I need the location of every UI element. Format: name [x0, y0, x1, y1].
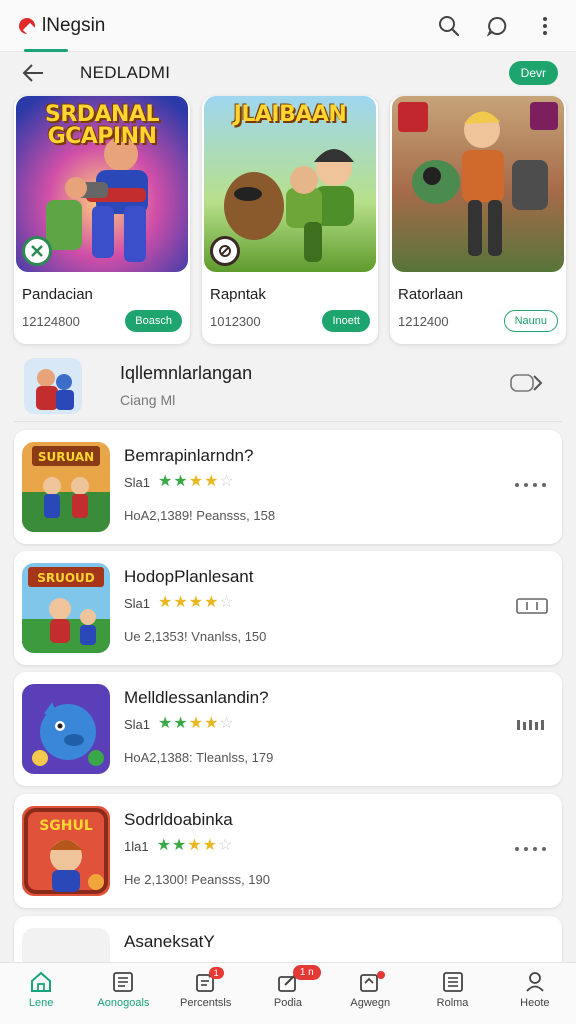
app-title: lNegsin	[42, 14, 106, 36]
rating-label: Sla1	[124, 595, 151, 611]
home-icon	[31, 971, 52, 992]
featured-name: Pandacian	[22, 286, 93, 303]
section-thumbnail	[24, 357, 82, 414]
featured-carousel: SRDANAL GCAPINN Pandacian 12124800 Boasc…	[14, 96, 566, 344]
chevron-right-icon[interactable]	[510, 372, 544, 399]
nav-item-percentsls[interactable]: 1 Percentsls	[165, 963, 247, 1024]
app-title: Melldlessanlandin?	[124, 688, 269, 707]
nav-item-agwegn[interactable]: Agwegn	[329, 963, 411, 1024]
notification-dot	[377, 971, 386, 979]
list-item[interactable]: SGHUL Sodrldoabinka 1la1 ★ ★ ★ ★ ☆ He 2,1300…	[14, 794, 562, 908]
featured-name: Ratorlaan	[398, 286, 464, 303]
list-icon	[442, 972, 463, 992]
brand-logo-icon	[18, 17, 38, 35]
nav-badge: 1	[208, 967, 224, 979]
dev-pill-button[interactable]: Devr	[508, 61, 558, 85]
more-horiz-icon[interactable]	[514, 476, 548, 494]
featured-action-button[interactable]: Boasch	[125, 310, 182, 332]
star-rating: ★ ★ ★ ★ ☆	[156, 837, 233, 854]
section-subtitle: Ciang Ml	[120, 392, 176, 408]
top-app-bar: lNegsin	[0, 0, 576, 52]
nav-badge: 1 n	[292, 965, 321, 980]
featured-art-image	[392, 96, 564, 272]
app-title: AsaneksatY	[124, 932, 215, 951]
nav-label: Podia	[273, 997, 303, 1009]
featured-number: 1212400	[398, 314, 449, 329]
nav-label: Lene	[28, 997, 54, 1009]
list-item[interactable]: SRUOUD HodopPlanlesant Sla1 ★ ★ ★ ★ ☆ Ue 2,1…	[14, 551, 562, 665]
tools-icon	[22, 236, 52, 266]
featured-number: 1012300	[210, 314, 261, 329]
app-meta: Ue 2,1353! Vnanlss, 150	[124, 629, 267, 644]
list-item[interactable]: Melldlessanlandin? Sla1 ★ ★ ★ ★ ☆ HoA2,1388:…	[14, 672, 562, 786]
sub-header: NEDLADMI Devr	[0, 52, 576, 94]
nav-item-podia[interactable]: 1 n Podia	[247, 963, 329, 1024]
app-meta: He 2,1300! Peansss, 190	[124, 872, 270, 887]
nav-item-rolma[interactable]: Rolma	[411, 963, 493, 1024]
bars-icon[interactable]	[516, 718, 548, 737]
app-thumbnail: SURUAN	[22, 442, 110, 532]
back-arrow-icon[interactable]	[18, 58, 48, 88]
svg-text:SRUOUD: SRUOUD	[37, 571, 95, 585]
nav-label: Percentsls	[180, 997, 232, 1009]
rating-label: Sla1	[124, 474, 151, 490]
app-thumbnail: SGHUL	[22, 806, 110, 896]
app-meta: HoA2,1389! Peansss, 158	[124, 508, 276, 523]
rating-label: Sla1	[124, 716, 151, 732]
compass-icon	[210, 236, 240, 266]
nav-item-home[interactable]: Lene	[0, 963, 82, 1024]
more-horiz-icon[interactable]	[514, 840, 548, 858]
section-row[interactable]: Iqllemnlarlangan Ciang Ml	[14, 350, 562, 422]
featured-art-title: JLAIBAAN	[233, 102, 347, 127]
document-icon	[113, 972, 134, 992]
featured-name: Rapntak	[210, 286, 266, 303]
featured-card[interactable]: Ratorlaan 1212400 Naunu	[390, 96, 566, 344]
chat-icon[interactable]	[484, 13, 510, 39]
featured-art-title: SRDANAL GCAPINN	[44, 102, 160, 149]
nav-label: Heote	[520, 997, 550, 1009]
svg-text:SURUAN: SURUAN	[38, 450, 94, 464]
nav-item-heote[interactable]: Heote	[494, 963, 576, 1024]
app-thumbnail	[22, 684, 110, 774]
star-rating: ★ ★ ★ ★ ☆	[158, 594, 234, 611]
rating-label: 1la1	[124, 838, 149, 854]
app-meta: HoA2,1388: Tleanlss, 179	[124, 750, 274, 765]
app-title: Sodrldoabinka	[124, 810, 233, 829]
list-item[interactable]: SURUAN Bemrapinlarndn? Sla1 ★ ★ ★ ★ ☆ HoA2,1…	[14, 430, 562, 544]
featured-action-button[interactable]: Naunu	[503, 310, 558, 332]
featured-card[interactable]: SRDANAL GCAPINN Pandacian 12124800 Boasc…	[14, 96, 190, 344]
app-title: HodopPlanlesant	[124, 567, 254, 586]
bottom-navigation: Lene Aonogoals 1 Percentsls 1 n Podia Ag…	[0, 962, 576, 1024]
nav-label: Agwegn	[350, 997, 391, 1009]
box-action-icon[interactable]	[516, 597, 548, 620]
featured-action-button[interactable]: Inoett	[322, 310, 370, 332]
brand[interactable]: lNegsin	[18, 15, 105, 37]
app-title: Bemrapinlarndn?	[124, 446, 254, 465]
nav-item-aonogoals[interactable]: Aonogoals	[82, 963, 164, 1024]
nav-label: Aonogoals	[97, 997, 150, 1009]
featured-card[interactable]: JLAIBAAN Rapntak 1012300 Inoett	[202, 96, 378, 344]
app-thumbnail: SRUOUD	[22, 563, 110, 653]
nav-label: Rolma	[436, 997, 469, 1009]
page-title: NEDLADMI	[80, 63, 171, 82]
star-rating: ★ ★ ★ ★ ☆	[158, 715, 234, 732]
more-vert-icon[interactable]	[532, 13, 558, 39]
section-title: Iqllemnlarlangan	[120, 363, 253, 383]
featured-number: 12124800	[22, 314, 80, 329]
person-icon	[526, 972, 544, 992]
search-icon[interactable]	[436, 13, 462, 39]
star-rating: ★ ★ ★ ★ ☆	[158, 473, 234, 490]
svg-text:SGHUL: SGHUL	[39, 818, 93, 834]
